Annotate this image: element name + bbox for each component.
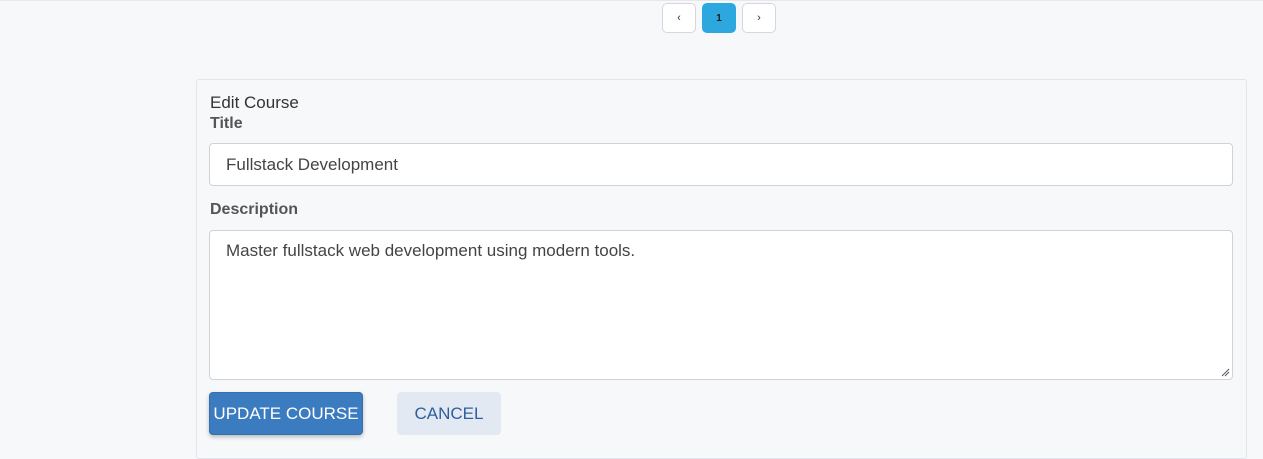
- title-input[interactable]: Fullstack Development: [209, 143, 1233, 186]
- cancel-button[interactable]: CANCEL: [397, 392, 501, 435]
- resize-grip-icon[interactable]: [1220, 367, 1230, 377]
- page-1-button[interactable]: 1: [702, 3, 736, 33]
- next-page-button[interactable]: ›: [742, 3, 776, 33]
- title-label: Title: [210, 115, 243, 132]
- edit-course-card: Edit Course Title Fullstack Development …: [196, 79, 1247, 459]
- description-text: Master fullstack web development using m…: [226, 241, 636, 260]
- update-course-button[interactable]: UPDATE COURSE: [209, 392, 363, 435]
- pagination: ‹ 1 ›: [662, 3, 776, 33]
- form-heading: Edit Course: [210, 93, 299, 112]
- description-label: Description: [210, 201, 299, 218]
- description-textarea[interactable]: Master fullstack web development using m…: [209, 230, 1233, 380]
- top-divider: [0, 0, 1263, 1]
- prev-page-button[interactable]: ‹: [662, 3, 696, 33]
